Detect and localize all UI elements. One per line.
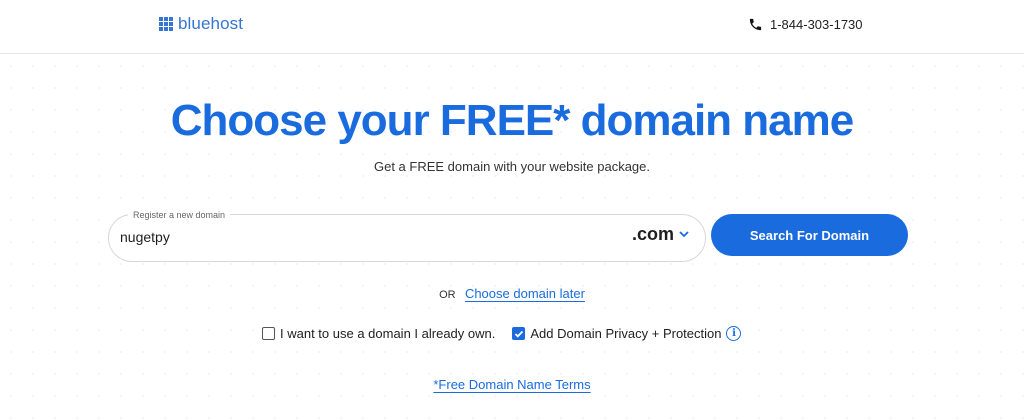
tld-value: .com: [632, 224, 675, 244]
bluehost-logo[interactable]: bluehost: [159, 14, 243, 34]
page-title: Choose your FREE* domain name: [170, 96, 854, 145]
domain-search-input[interactable]: [120, 226, 600, 248]
alternate-option-row: OR Choose domain later: [0, 286, 1024, 301]
privacy-checkbox[interactable]: [512, 327, 526, 340]
choose-domain-later-link[interactable]: Choose domain later: [465, 286, 585, 301]
domain-search-label: Register a new domain: [128, 210, 231, 220]
domain-options-row: I want to use a domain I already own. Ad…: [262, 326, 742, 341]
chevron-down-icon: [679, 231, 689, 238]
phone-icon: [748, 17, 763, 32]
page-subtitle: Get a FREE domain with your website pack…: [373, 159, 651, 174]
tld-dropdown[interactable]: .com: [632, 224, 689, 245]
phone-contact[interactable]: 1-844-303-1730: [748, 17, 863, 32]
own-domain-label: I want to use a domain I already own.: [280, 326, 496, 341]
top-bar: bluehost 1-844-303-1730: [0, 0, 1024, 54]
privacy-label: Add Domain Privacy + Protection: [530, 326, 722, 341]
or-text: OR: [439, 289, 456, 301]
own-domain-checkbox[interactable]: [262, 327, 275, 340]
search-domain-button[interactable]: Search For Domain: [711, 214, 908, 256]
logo-text: bluehost: [178, 14, 244, 33]
terms-row: *Free Domain Name Terms: [0, 376, 1024, 394]
info-icon[interactable]: i: [726, 326, 742, 341]
free-domain-terms-link[interactable]: *Free Domain Name Terms: [433, 377, 590, 392]
phone-number: 1-844-303-1730: [770, 17, 863, 32]
grid-icon: [159, 17, 173, 31]
